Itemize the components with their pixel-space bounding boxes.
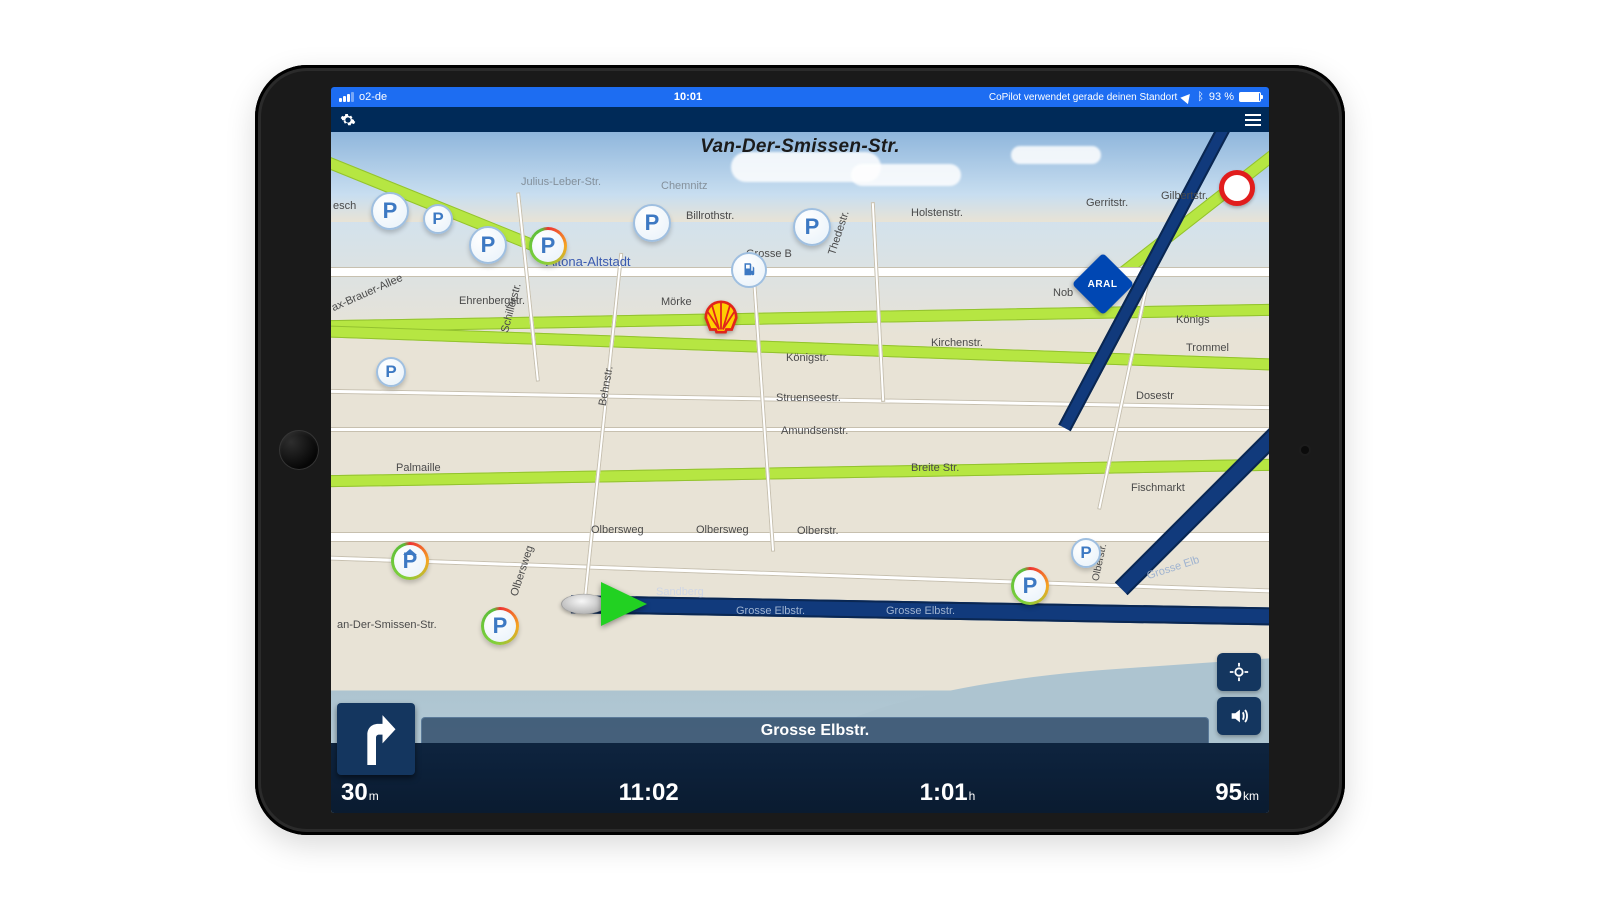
menu-button[interactable] (1245, 114, 1261, 126)
carrier-label: o2-de (359, 91, 387, 103)
road (331, 267, 1269, 277)
screen: o2-de 10:01 CoPilot verwendet gerade dei… (331, 87, 1269, 813)
home-button[interactable] (279, 430, 319, 470)
battery-icon (1239, 92, 1261, 102)
battery-label: 93 % (1209, 91, 1234, 103)
street-label: Behnstr. (597, 365, 616, 407)
street-label: Holstenstr. (911, 207, 963, 219)
street-label: Struenseestr. (776, 392, 841, 404)
tablet-frame: o2-de 10:01 CoPilot verwendet gerade dei… (255, 65, 1345, 835)
street-label: Königs (1176, 314, 1210, 326)
street-label: Olbersweg (591, 524, 644, 536)
speaker-icon (1228, 705, 1250, 727)
current-position (561, 582, 647, 626)
roof-icon (403, 549, 417, 555)
street-label: Gilbertstr. (1161, 190, 1208, 202)
street-label: Mörke (661, 296, 692, 308)
parking-poi[interactable]: P (376, 357, 406, 387)
road (751, 262, 775, 552)
parking-poi[interactable]: P (1011, 567, 1049, 605)
fuel-pump-icon (740, 261, 758, 279)
trip-metrics: 30m 11:02 1:01h 95km (341, 779, 1259, 807)
app-top-bar (331, 107, 1269, 132)
street-label: Olbersweg (696, 524, 749, 536)
distance-to-turn: 30m (341, 779, 379, 807)
route-line (1115, 427, 1269, 595)
bluetooth-icon: ᛒ (1197, 92, 1204, 103)
info-bar: Grosse Elbstr. 30m 11:02 1:01h (331, 743, 1269, 813)
road-major (331, 458, 1269, 487)
next-street-label: Van-Der-Smissen-Str. (700, 132, 900, 158)
parking-poi[interactable]: P (1071, 538, 1101, 568)
parking-poi[interactable]: P (633, 204, 671, 242)
audio-button[interactable] (1217, 697, 1261, 735)
current-street-label: Grosse Elbstr. (421, 717, 1209, 743)
front-camera (1301, 446, 1309, 454)
time-remaining: 1:01h (920, 779, 976, 807)
street-label: Sandberg (656, 586, 704, 598)
crosshair-icon (1228, 661, 1250, 683)
parking-poi[interactable]: P (371, 192, 409, 230)
turn-indicator[interactable] (337, 703, 415, 775)
parking-poi[interactable]: P (423, 204, 453, 234)
gear-icon (340, 112, 356, 128)
street-label: Trommel (1186, 342, 1229, 354)
street-label: Gerritstr. (1086, 197, 1128, 209)
street-label: ax-Brauer-Allee (331, 272, 405, 314)
signal-icon (339, 92, 354, 102)
street-label: Grosse Elbstr. (736, 605, 805, 617)
parking-poi[interactable]: P (529, 227, 567, 265)
street-label: an-Der-Smissen-Str. (337, 619, 437, 631)
cloud (851, 164, 961, 186)
position-arrow-icon (601, 582, 647, 626)
road (871, 202, 885, 402)
street-label: Kirchenstr. (931, 337, 983, 349)
parking-poi[interactable]: P (469, 226, 507, 264)
parking-poi[interactable]: P (391, 542, 429, 580)
status-bar: o2-de 10:01 CoPilot verwendet gerade dei… (331, 87, 1269, 107)
recenter-button[interactable] (1217, 653, 1261, 691)
street-label: Palmaille (396, 462, 441, 474)
street-label: Nob (1053, 287, 1073, 299)
street-label: Olberstr. (797, 525, 839, 537)
street-label: Billrothstr. (686, 210, 734, 222)
street-label: Julius-Leber-Str. (521, 176, 601, 188)
cloud (1011, 146, 1101, 164)
shell-poi[interactable] (703, 300, 739, 334)
fuel-poi[interactable] (731, 252, 767, 288)
street-label: Amundsenstr. (781, 425, 848, 437)
map-controls (1217, 653, 1261, 735)
street-label: Dosestr (1136, 390, 1174, 402)
street-label: Grosse Elbstr. (886, 605, 955, 617)
turn-right-icon (354, 713, 398, 765)
street-label: Olbersweg (508, 544, 536, 598)
location-arrow-icon (1181, 90, 1194, 103)
aral-label: ARAL (1088, 279, 1118, 290)
clock: 10:01 (674, 91, 702, 103)
eta: 11:02 (619, 779, 680, 807)
map-canvas[interactable]: Van-Der-Smissen-Str. (331, 132, 1269, 813)
parking-poi[interactable]: P (481, 607, 519, 645)
parking-poi[interactable]: P (793, 208, 831, 246)
distance-remaining: 95km (1215, 779, 1259, 807)
street-label: Königstr. (786, 352, 829, 364)
street-label: esch (333, 200, 356, 212)
street-label: Chemnitz (661, 180, 707, 192)
street-label: Fischmarkt (1131, 482, 1185, 494)
settings-button[interactable] (339, 111, 357, 129)
location-usage-text: CoPilot verwendet gerade deinen Standort (989, 92, 1177, 103)
traffic-restriction-icon[interactable] (1219, 170, 1255, 206)
street-label: Breite Str. (911, 462, 959, 474)
